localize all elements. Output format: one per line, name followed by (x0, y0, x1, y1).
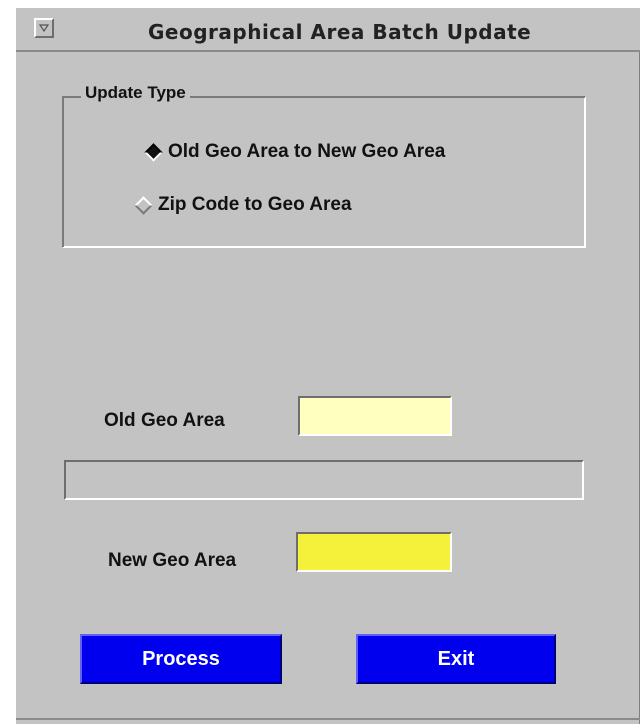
title-bar: Geographical Area Batch Update (16, 8, 640, 52)
new-geo-area-label: New Geo Area (108, 550, 237, 571)
radio-zip-to-geo-label: Zip Code to Geo Area (158, 194, 352, 215)
window-menu-button[interactable] (34, 18, 54, 38)
process-button[interactable]: Process (80, 634, 282, 684)
new-geo-area-input[interactable] (296, 532, 452, 572)
window-title: Geographical Area Batch Update (148, 20, 532, 44)
old-geo-area-label: Old Geo Area (104, 410, 225, 431)
radio-unselected-icon (134, 195, 153, 215)
radio-old-to-new[interactable]: Old Geo Area to New Geo Area (144, 141, 446, 163)
update-type-group: Update Type Old Geo Area to New Geo Area… (62, 83, 586, 248)
radio-zip-to-geo[interactable]: Zip Code to Geo Area (134, 194, 352, 216)
status-field (64, 460, 584, 500)
chevron-down-icon (39, 24, 49, 32)
radio-old-to-new-label: Old Geo Area to New Geo Area (168, 141, 446, 162)
radio-selected-icon (144, 142, 163, 162)
bottom-divider (16, 718, 640, 720)
update-type-legend: Update Type (81, 83, 190, 103)
batch-update-window: Geographical Area Batch Update Update Ty… (14, 6, 640, 724)
old-geo-area-input[interactable] (298, 396, 452, 436)
exit-button[interactable]: Exit (356, 634, 556, 684)
